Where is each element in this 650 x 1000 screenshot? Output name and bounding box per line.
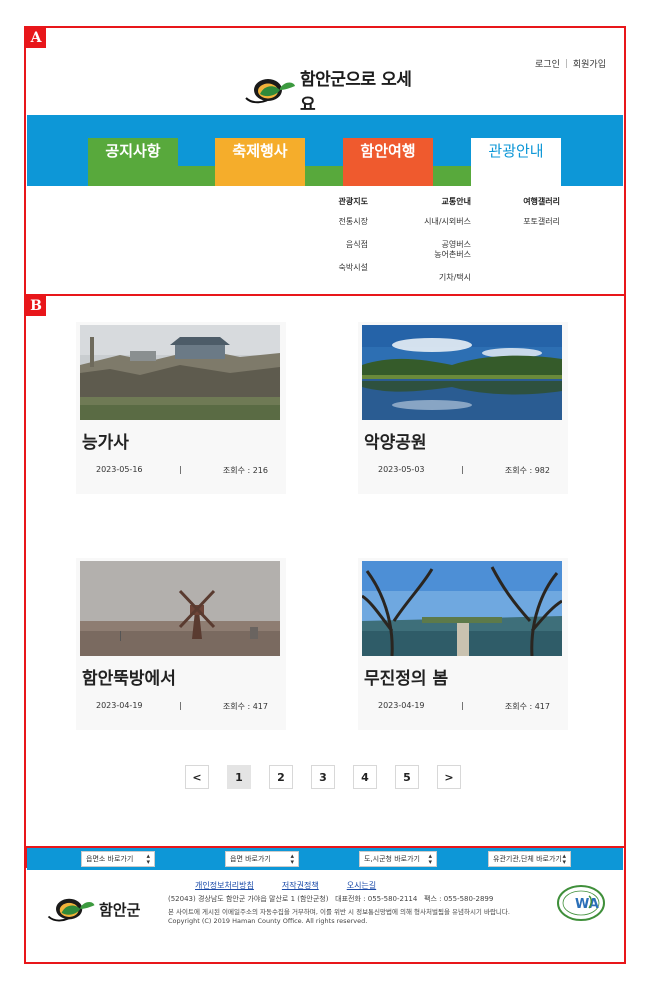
logo-text: 함안군으로 오세요 bbox=[300, 70, 412, 115]
directions-link[interactable]: 오시는길 bbox=[347, 880, 376, 891]
card-date: 2023-04-19 bbox=[378, 701, 425, 710]
gallery-card[interactable]: 함안뚝방에서 2023-04-19 | 조회수 : 417 bbox=[76, 558, 286, 730]
submenu-column-map: 관광지도 전통시장 음식점 숙박시설 bbox=[300, 196, 368, 286]
privacy-policy-link[interactable]: 개인정보처리방침 bbox=[195, 880, 254, 891]
copyright-policy-link[interactable]: 저작권정책 bbox=[282, 880, 319, 891]
footer-fax: 팩스 : 055-580-2899 bbox=[424, 895, 494, 903]
haman-logo-icon bbox=[245, 79, 295, 104]
page-button[interactable]: 1 bbox=[227, 765, 251, 789]
card-date: 2023-05-03 bbox=[378, 465, 425, 474]
card-separator: | bbox=[179, 701, 182, 710]
card-title: 무진정의 봄 bbox=[364, 669, 449, 689]
pond-photo bbox=[362, 561, 562, 656]
page-button[interactable]: 3 bbox=[311, 765, 335, 789]
wa-badge-icon: WA bbox=[557, 885, 605, 921]
select-arrows-icon: ▴ ▾ bbox=[146, 852, 150, 866]
gallery-card[interactable]: 악양공원 2023-05-03 | 조회수 : 982 bbox=[358, 322, 568, 494]
submenu-head-gallery[interactable]: 여행갤러리 bbox=[500, 196, 560, 207]
footer-links: 개인정보처리방침 저작권정책 오시는길 bbox=[195, 880, 376, 891]
site-logo[interactable]: 함안군으로 오세요 bbox=[244, 70, 414, 115]
pagination: < 1 2 3 4 5 > bbox=[185, 765, 461, 789]
submenu-head-map[interactable]: 관광지도 bbox=[300, 196, 368, 207]
page-button[interactable]: 4 bbox=[353, 765, 377, 789]
prev-page-button[interactable]: < bbox=[185, 765, 209, 789]
select-label: 도,시군청 바로가기 bbox=[364, 855, 420, 863]
card-title: 악양공원 bbox=[364, 433, 427, 453]
submenu-item-train-taxi[interactable]: 기차/택시 bbox=[400, 273, 471, 283]
select-label: 유관기관,단체 바로가기 bbox=[493, 855, 562, 863]
select-arrows-icon: ▴ ▾ bbox=[562, 852, 566, 866]
divider bbox=[565, 59, 567, 68]
card-separator: | bbox=[179, 465, 182, 474]
card-separator: | bbox=[461, 701, 464, 710]
region-label-b: B bbox=[26, 296, 46, 316]
footer-contact-line: (52043) 경상남도 함안군 가야읍 말산로 1 (함안군청) 대표전화 :… bbox=[168, 894, 493, 904]
select-arrows-icon: ▴ ▾ bbox=[428, 852, 432, 866]
tab-travel[interactable]: 함안여행 bbox=[343, 138, 433, 186]
card-date: 2023-05-16 bbox=[96, 465, 143, 474]
footer-select-town[interactable]: 읍면 바로가기 ▴ ▾ bbox=[225, 851, 299, 867]
footer-select-province[interactable]: 도,시군청 바로가기 ▴ ▾ bbox=[359, 851, 437, 867]
submenu-item-bus[interactable]: 시내/시외버스 bbox=[400, 217, 471, 227]
gallery-card[interactable]: 능가사 2023-05-16 | 조회수 : 216 bbox=[76, 322, 286, 494]
submenu-item-photo[interactable]: 포토갤러리 bbox=[500, 217, 560, 227]
submenu-head-transport[interactable]: 교통안내 bbox=[400, 196, 471, 207]
submenu-item-rural-bus[interactable]: 농어촌버스 bbox=[400, 250, 471, 260]
page-button[interactable]: 2 bbox=[269, 765, 293, 789]
card-title: 능가사 bbox=[82, 433, 129, 453]
card-views: 조회수 : 982 bbox=[504, 466, 550, 475]
submenu-column-transport: 교통안내 시내/시외버스 공영버스 농어촌버스 기차/택시 bbox=[400, 196, 471, 296]
select-label: 읍면 바로가기 bbox=[230, 855, 271, 863]
submenu-item-restaurant[interactable]: 음식점 bbox=[300, 240, 368, 250]
card-separator: | bbox=[461, 465, 464, 474]
card-views: 조회수 : 417 bbox=[504, 702, 550, 711]
login-link[interactable]: 로그인 bbox=[535, 57, 560, 70]
card-views: 조회수 : 417 bbox=[222, 702, 268, 711]
lake-photo bbox=[362, 325, 562, 420]
web-accessibility-mark[interactable]: WA bbox=[556, 884, 606, 922]
footer-select-office[interactable]: 읍면소 바로가기 ▴ ▾ bbox=[81, 851, 155, 867]
submenu-column-gallery: 여행갤러리 포토갤러리 bbox=[500, 196, 560, 240]
submenu-item-public-bus[interactable]: 공영버스 bbox=[400, 240, 471, 250]
windmill-photo bbox=[80, 561, 280, 656]
card-views: 조회수 : 216 bbox=[222, 466, 268, 475]
select-label: 읍면소 바로가기 bbox=[86, 855, 134, 863]
submenu-item-market[interactable]: 전통시장 bbox=[300, 217, 368, 227]
signup-link[interactable]: 회원가입 bbox=[573, 57, 606, 70]
footer-address: (52043) 경상남도 함안군 가야읍 말산로 1 (함안군청) bbox=[168, 895, 329, 903]
footer-logo[interactable]: 함안군 bbox=[46, 894, 140, 924]
footer-notice: 본 사이트에 게시된 이메일주소의 자동수집을 거부하며, 이를 위반 시 정보… bbox=[168, 908, 510, 916]
footer-select-agency[interactable]: 유관기관,단체 바로가기 ▴ ▾ bbox=[488, 851, 571, 867]
tab-festival[interactable]: 축제행사 bbox=[215, 138, 305, 186]
temple-photo bbox=[80, 325, 280, 420]
wa-mark-text: WA bbox=[575, 897, 599, 912]
utility-links: 로그인 회원가입 bbox=[535, 57, 606, 70]
tab-tour-info[interactable]: 관광안내 bbox=[471, 138, 561, 186]
card-title: 함안뚝방에서 bbox=[82, 669, 176, 689]
card-date: 2023-04-19 bbox=[96, 701, 143, 710]
footer-logo-text: 함안군 bbox=[99, 900, 141, 919]
haman-logo-icon bbox=[47, 898, 95, 922]
region-label-a: A bbox=[26, 28, 46, 48]
next-page-button[interactable]: > bbox=[437, 765, 461, 789]
select-arrows-icon: ▴ ▾ bbox=[290, 852, 294, 866]
footer-phone: 대표전화 : 055-580-2114 bbox=[335, 895, 418, 903]
tab-notice[interactable]: 공지사항 bbox=[88, 138, 178, 169]
footer-copyright: Copyright (C) 2019 Haman County Office. … bbox=[168, 917, 368, 925]
gallery-card[interactable]: 무진정의 봄 2023-04-19 | 조회수 : 417 bbox=[358, 558, 568, 730]
submenu-item-lodging[interactable]: 숙박시설 bbox=[300, 263, 368, 273]
page-button[interactable]: 5 bbox=[395, 765, 419, 789]
